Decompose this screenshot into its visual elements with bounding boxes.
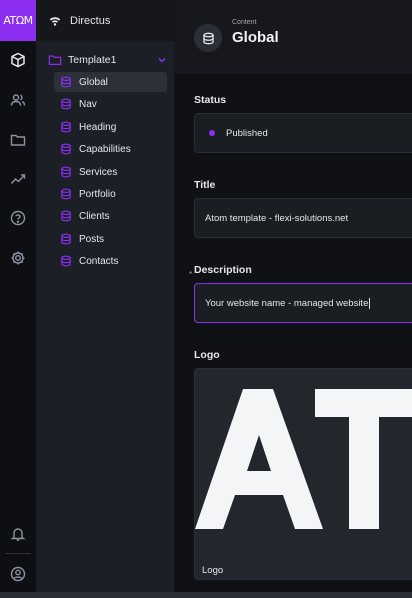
database-icon	[61, 98, 71, 110]
database-icon	[202, 32, 214, 44]
text-caret	[369, 297, 371, 309]
insights-icon	[10, 174, 26, 184]
description-field[interactable]: Your website name - managed website	[194, 283, 412, 323]
module-account[interactable]	[0, 558, 36, 590]
logo-image	[195, 389, 412, 529]
folder-icon	[10, 134, 26, 146]
nav-item-heading[interactable]: Heading	[54, 117, 167, 137]
nav-item-nav[interactable]: Nav	[54, 94, 167, 114]
brand-logo-text: ATΩM	[3, 14, 33, 27]
page-title: Global	[232, 29, 279, 46]
nav-item-label: Clients	[79, 210, 110, 222]
nav-item-services[interactable]: Services	[54, 162, 167, 182]
brand-logo[interactable]: ATΩM	[0, 0, 36, 41]
status-label: Status	[194, 94, 227, 106]
status-field[interactable]: Published	[194, 113, 412, 153]
nav-item-label: Global	[79, 76, 108, 88]
module-notifications[interactable]	[0, 518, 36, 550]
project-switcher[interactable]: Directus	[36, 0, 174, 41]
database-icon	[61, 233, 71, 245]
logo-image-field[interactable]: Logo	[194, 368, 412, 580]
database-icon	[61, 76, 71, 88]
collection-icon	[194, 24, 222, 52]
nav-folder-template1[interactable]: Template1	[48, 52, 168, 68]
nav-item-portfolio[interactable]: Portfolio	[54, 184, 167, 204]
module-bar: ATΩM	[0, 0, 36, 598]
breadcrumb[interactable]: Content	[232, 19, 257, 26]
nav-item-label: Portfolio	[79, 188, 116, 200]
description-label: Description	[194, 264, 252, 276]
module-docs[interactable]	[0, 202, 36, 234]
page-header: Content Global	[174, 0, 412, 74]
bottom-scrollbar	[0, 592, 412, 598]
database-icon	[61, 210, 71, 222]
logo-label: Logo	[194, 349, 220, 361]
folder-icon	[48, 55, 62, 65]
status-dot	[209, 130, 215, 136]
nav-item-label: Nav	[79, 98, 97, 110]
database-icon	[61, 188, 71, 200]
nav-folder-label: Template1	[68, 54, 117, 66]
item-form: Status Published Title Atom template - f…	[174, 74, 412, 598]
nav-item-label: Heading	[79, 121, 117, 133]
title-field[interactable]: Atom template - flexi-solutions.net	[194, 198, 412, 238]
database-icon	[61, 255, 71, 267]
main-content: Content Global Status Published Title At…	[174, 0, 412, 598]
database-icon	[61, 166, 71, 178]
module-files[interactable]	[0, 124, 36, 156]
module-divider	[5, 553, 31, 554]
required-marker: *	[189, 270, 193, 279]
title-label: Title	[194, 179, 216, 191]
nav-item-clients[interactable]: Clients	[54, 206, 167, 226]
title-value: Atom template - flexi-solutions.net	[205, 212, 349, 224]
bell-icon	[10, 528, 26, 541]
directus-logo-icon	[49, 16, 61, 26]
account-icon	[10, 566, 26, 582]
gear-icon	[11, 251, 25, 265]
module-content[interactable]	[0, 44, 36, 76]
chevron-down-icon[interactable]	[156, 54, 168, 66]
navigation-pane: Directus Template1 Global Nav Heading Ca…	[36, 0, 174, 598]
nav-item-global[interactable]: Global	[54, 72, 167, 92]
project-name: Directus	[70, 14, 111, 27]
logo-caption: Logo	[202, 565, 224, 576]
users-icon	[10, 94, 26, 106]
nav-item-label: Services	[79, 166, 118, 178]
module-insights[interactable]	[0, 163, 36, 195]
database-icon	[61, 143, 71, 155]
nav-item-contacts[interactable]: Contacts	[54, 251, 167, 271]
description-value: Your website name - managed website	[205, 297, 369, 309]
module-users[interactable]	[0, 84, 36, 116]
nav-item-posts[interactable]: Posts	[54, 229, 167, 249]
nav-item-label: Capabilities	[79, 143, 131, 155]
box-icon	[11, 52, 25, 68]
nav-item-label: Contacts	[79, 255, 119, 267]
database-icon	[61, 121, 71, 133]
nav-item-capabilities[interactable]: Capabilities	[54, 139, 167, 159]
status-value: Published	[226, 127, 268, 139]
help-icon	[10, 210, 26, 226]
nav-item-label: Posts	[79, 233, 105, 245]
module-settings[interactable]	[0, 242, 36, 274]
